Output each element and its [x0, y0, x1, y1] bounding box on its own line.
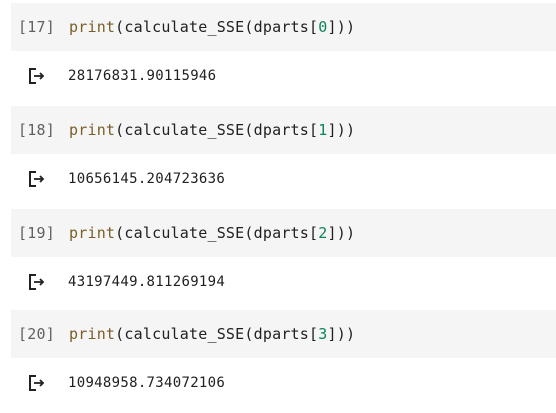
execution-count: [20]	[18, 325, 55, 343]
output-arrow-icon[interactable]	[26, 271, 48, 293]
execution-count: [19]	[18, 224, 55, 242]
notebook-cell: [19] print(calculate_SSE(dparts[2])) 431…	[0, 209, 556, 312]
code-line[interactable]: print(calculate_SSE(dparts[0]))	[69, 18, 355, 36]
output-arrow-icon[interactable]	[26, 372, 48, 394]
code-close: ]))	[327, 224, 356, 242]
code-function-name: print	[69, 325, 116, 343]
code-cell[interactable]: [17] print(calculate_SSE(dparts[0]))	[11, 3, 556, 51]
code-line[interactable]: print(calculate_SSE(dparts[2]))	[69, 224, 355, 242]
code-open-paren: (	[115, 325, 125, 343]
output-arrow-icon[interactable]	[26, 168, 48, 190]
notebook-cell: [20] print(calculate_SSE(dparts[3])) 109…	[0, 310, 556, 413]
output-arrow-icon[interactable]	[26, 65, 48, 87]
code-close: ]))	[327, 325, 356, 343]
code-open-paren: (	[115, 121, 125, 139]
code-call: calculate_SSE(dparts[	[124, 224, 319, 242]
code-close: ]))	[327, 18, 356, 36]
code-call: calculate_SSE(dparts[	[124, 121, 319, 139]
code-line[interactable]: print(calculate_SSE(dparts[1]))	[69, 121, 355, 139]
code-line[interactable]: print(calculate_SSE(dparts[3]))	[69, 325, 355, 343]
code-function-name: print	[69, 18, 116, 36]
code-cell[interactable]: [19] print(calculate_SSE(dparts[2]))	[11, 209, 556, 257]
code-open-paren: (	[115, 18, 125, 36]
code-open-paren: (	[115, 224, 125, 242]
code-function-name: print	[69, 121, 116, 139]
cell-output-text: 43197449.811269194	[68, 274, 226, 290]
code-call: calculate_SSE(dparts[	[124, 325, 319, 343]
notebook-cell: [17] print(calculate_SSE(dparts[0])) 281…	[0, 3, 556, 106]
cell-output-text: 10656145.204723636	[68, 171, 226, 187]
cell-output-text: 10948958.734072106	[68, 375, 226, 391]
code-close: ]))	[327, 121, 356, 139]
execution-count: [18]	[18, 121, 55, 139]
code-call: calculate_SSE(dparts[	[124, 18, 319, 36]
notebook: [17] print(calculate_SSE(dparts[0])) 281…	[0, 0, 556, 407]
code-cell[interactable]: [20] print(calculate_SSE(dparts[3]))	[11, 310, 556, 358]
cell-output-text: 28176831.90115946	[68, 68, 217, 84]
execution-count: [17]	[18, 18, 55, 36]
notebook-cell: [18] print(calculate_SSE(dparts[1])) 106…	[0, 106, 556, 209]
code-function-name: print	[69, 224, 116, 242]
code-cell[interactable]: [18] print(calculate_SSE(dparts[1]))	[11, 106, 556, 154]
